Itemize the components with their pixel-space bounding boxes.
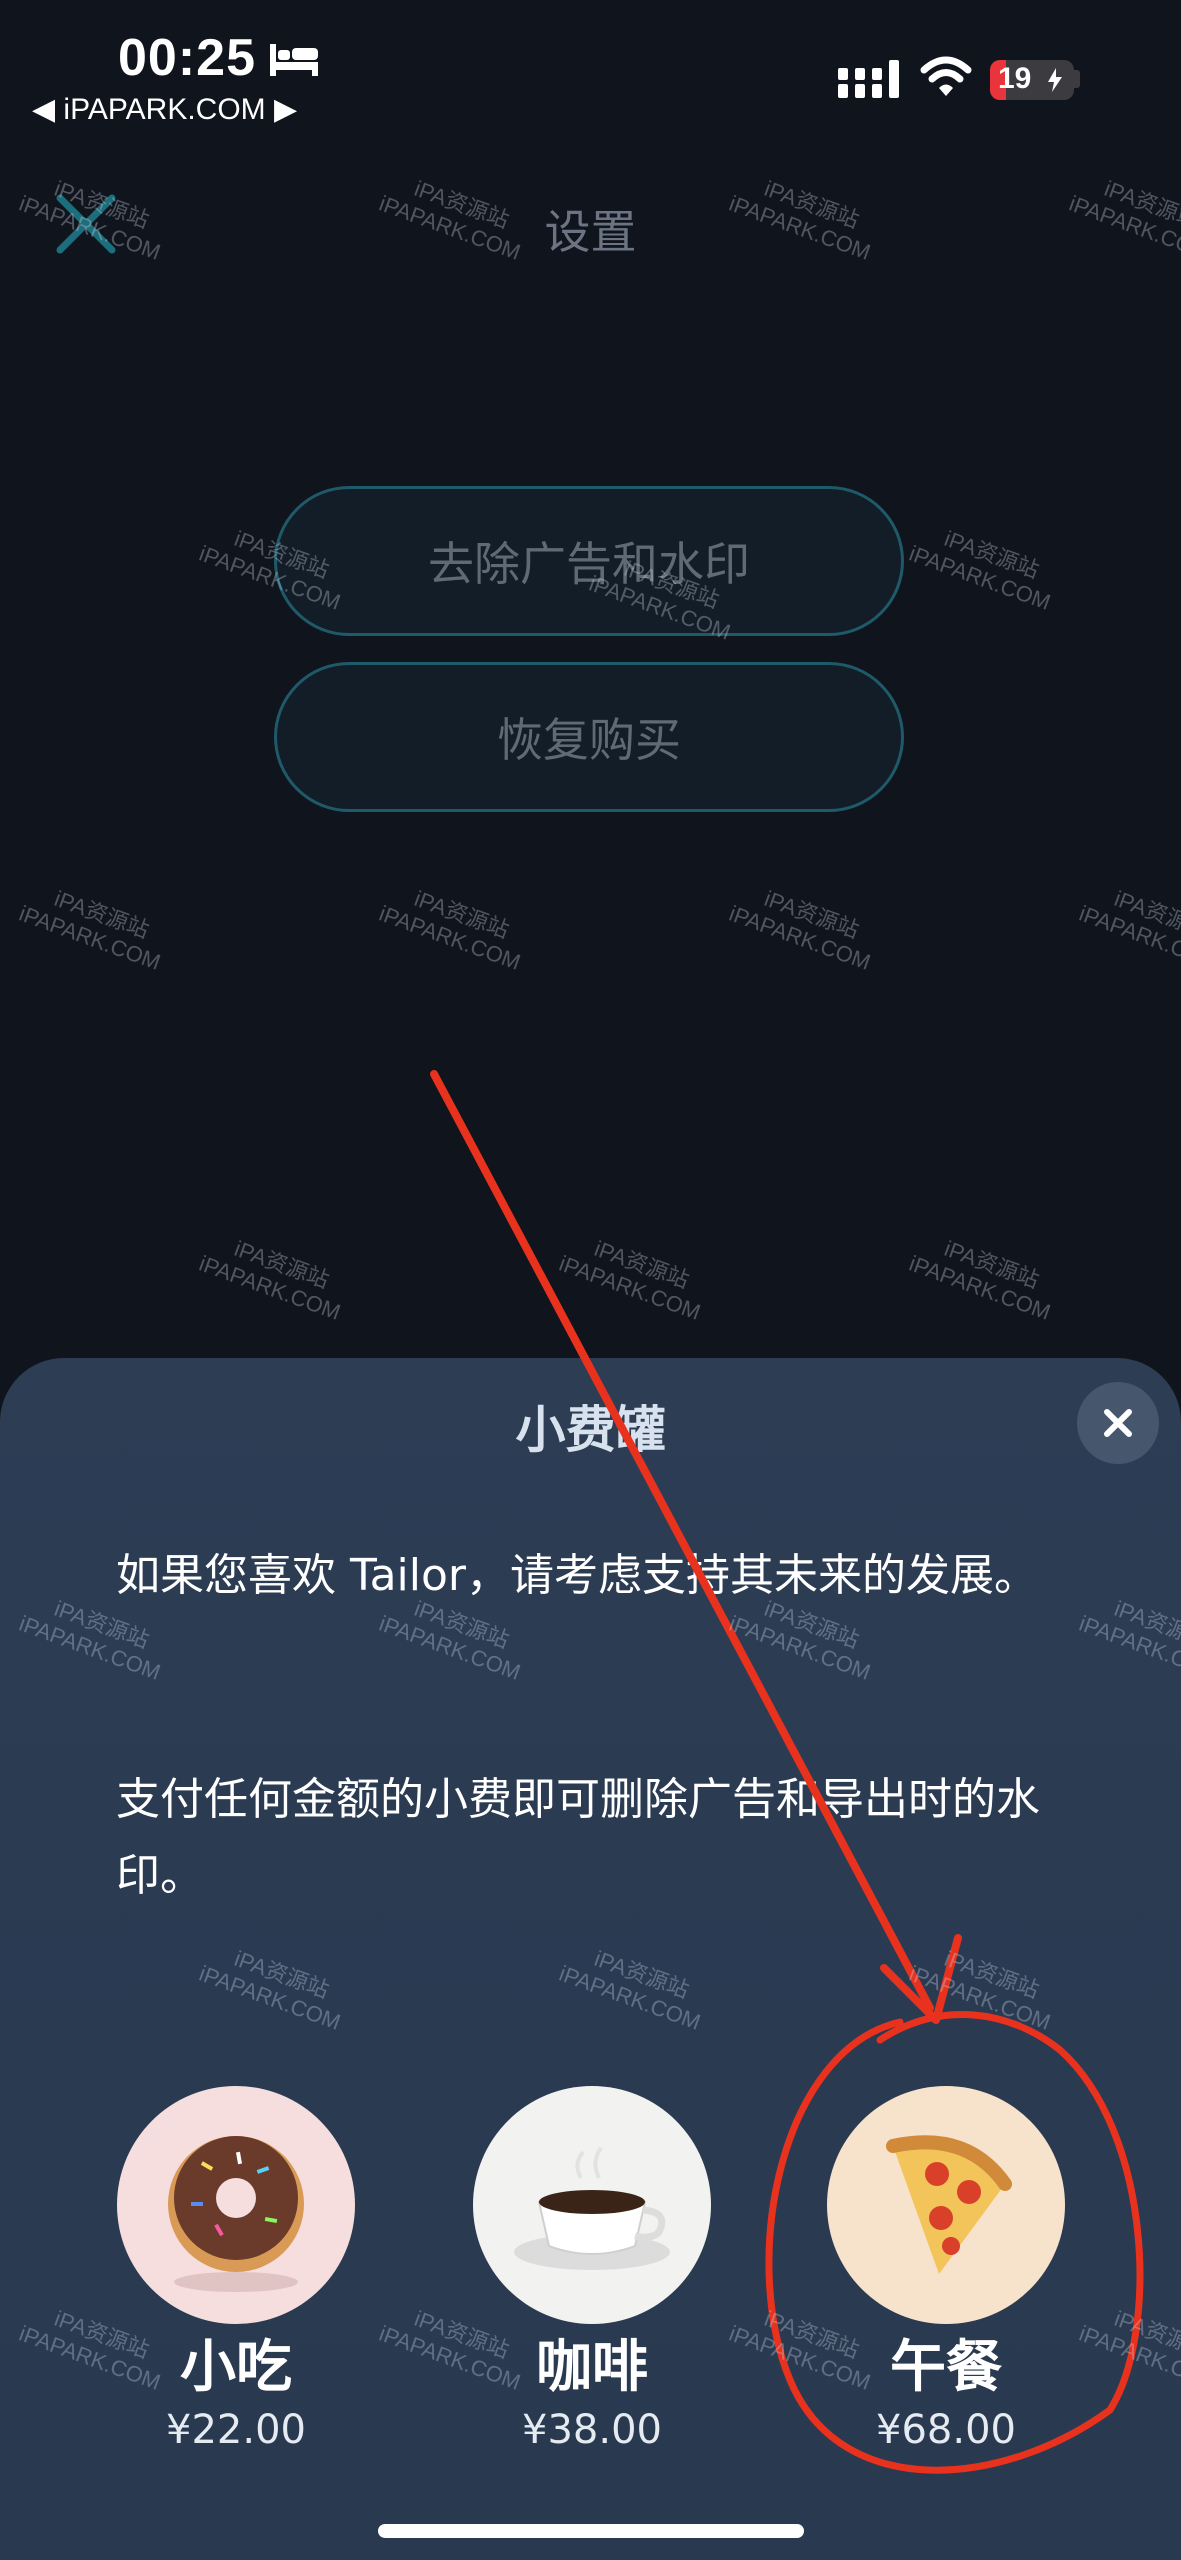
home-indicator[interactable] (378, 2524, 804, 2538)
annotation-arrow (430, 1070, 934, 2012)
annotation-circle (765, 2011, 1144, 2474)
